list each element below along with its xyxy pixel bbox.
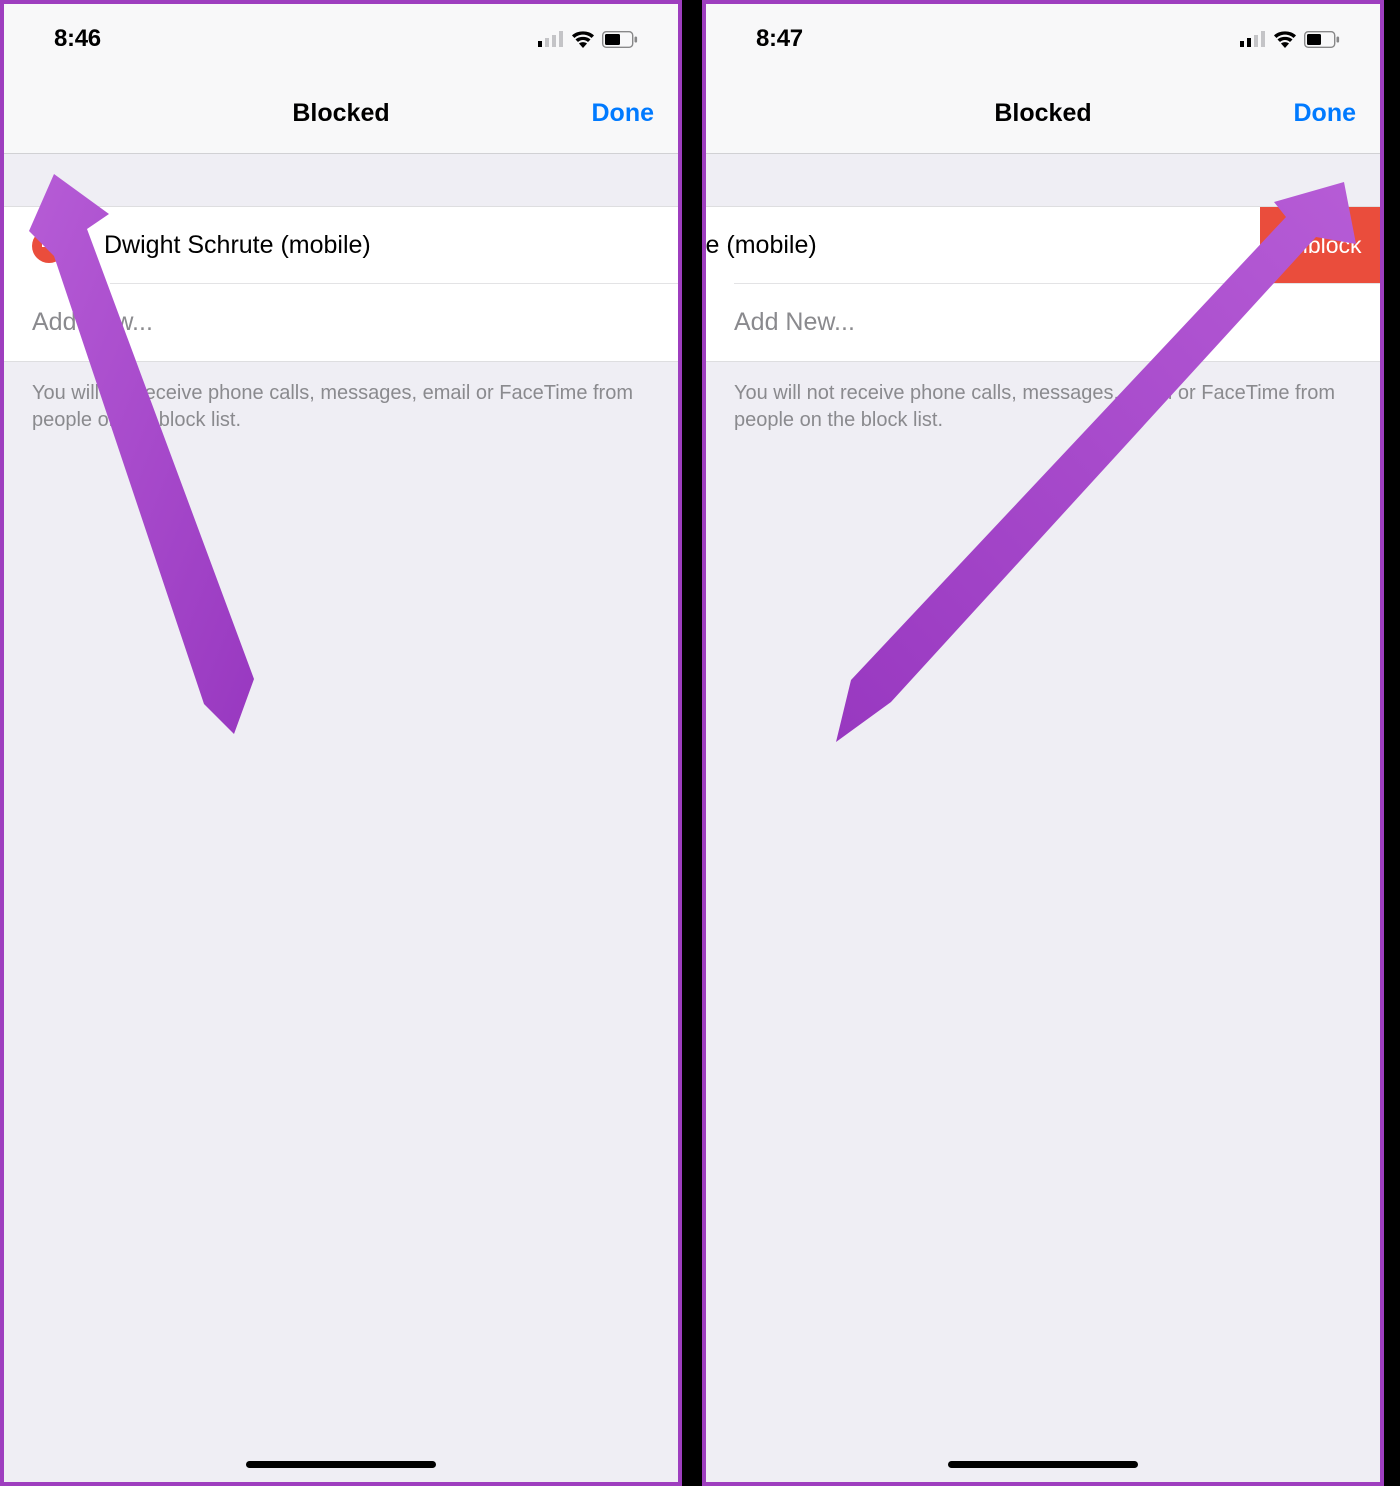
cellular-icon [1240,31,1266,47]
wifi-icon [1273,30,1297,48]
phone-left: 8:46 Blocked Done [0,0,682,1486]
status-icons-group [1240,30,1340,48]
battery-icon [602,31,638,48]
home-indicator[interactable] [246,1461,436,1468]
add-new-label: Add New... [734,308,855,337]
unblock-button[interactable]: Unblock [1260,207,1380,284]
status-bar: 8:46 [4,4,678,74]
status-time: 8:46 [54,25,101,53]
footer-note: You will not receive phone calls, messag… [706,362,1380,452]
done-button[interactable]: Done [1294,99,1357,128]
phone-right: 8:47 Blocked Done wig [702,0,1384,1486]
contact-name: Dwight Schrute (mobile) [104,231,371,260]
add-new-label: Add New... [32,308,153,337]
status-icons-group [538,30,638,48]
blocked-list: wight Schrute (mobile) Unblock Add New..… [706,206,1380,362]
blocked-contact-row[interactable]: wight Schrute (mobile) Unblock [706,207,1380,284]
section-spacer [706,154,1380,206]
add-new-row[interactable]: Add New... [4,284,678,361]
delete-icon[interactable] [32,229,66,263]
wifi-icon [571,30,595,48]
status-time: 8:47 [756,25,803,53]
page-title: Blocked [994,99,1091,128]
blocked-list: Dwight Schrute (mobile) Add New... [4,206,678,362]
footer-note: You will not receive phone calls, messag… [4,362,678,452]
status-bar: 8:47 [706,4,1380,74]
contact-name: wight Schrute (mobile) [702,231,817,260]
blocked-contact-row[interactable]: Dwight Schrute (mobile) [4,207,678,284]
done-button[interactable]: Done [592,99,655,128]
cellular-icon [538,31,564,47]
page-title: Blocked [292,99,389,128]
nav-bar: Blocked Done [4,74,678,154]
home-indicator[interactable] [948,1461,1138,1468]
section-spacer [4,154,678,206]
nav-bar: Blocked Done [706,74,1380,154]
add-new-row[interactable]: Add New... [706,284,1380,361]
battery-icon [1304,31,1340,48]
